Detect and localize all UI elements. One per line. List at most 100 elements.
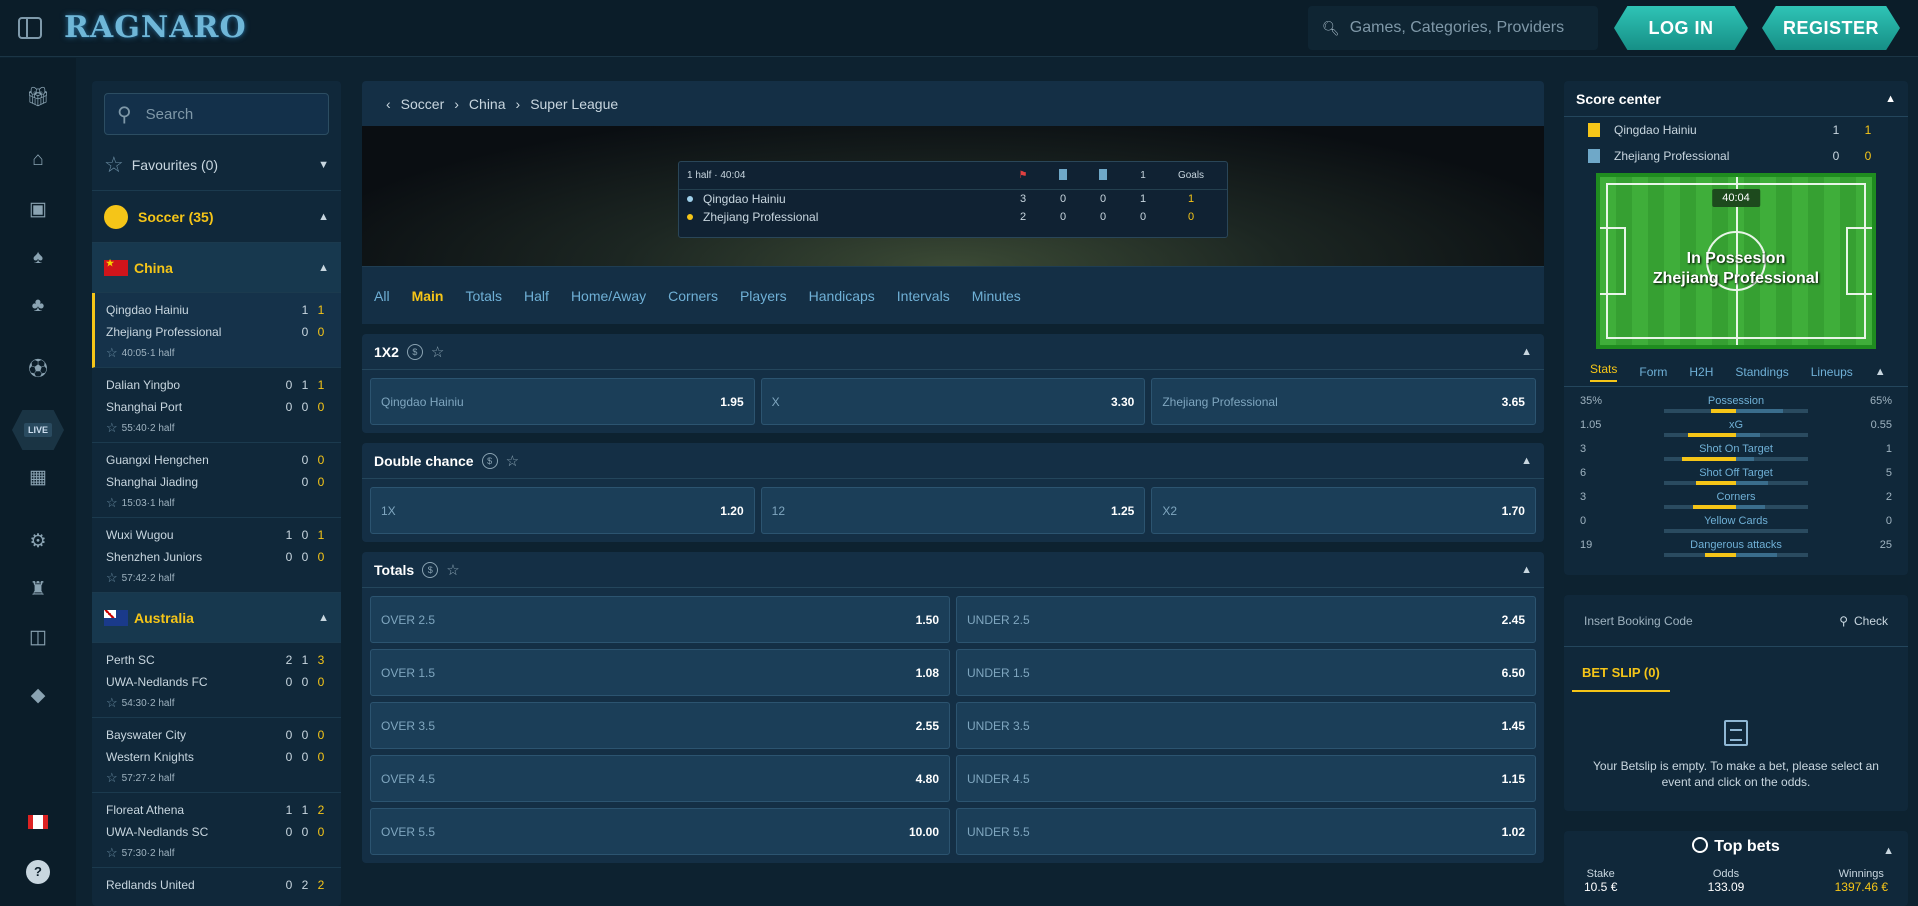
favourite-star-icon[interactable]: ☆ — [106, 345, 118, 361]
logo[interactable]: RAGNARO — [64, 10, 247, 45]
tab-stats[interactable]: Stats — [1590, 362, 1618, 382]
match-item[interactable]: Wuxi Wugou 1 0 1 Shenzhen Juniors 0 0 0 ☆ 57:42·2… — [92, 518, 341, 593]
back-chevron-icon[interactable]: ‹ — [386, 96, 391, 112]
odds-button[interactable]: Zhejiang Professional 3.65 — [1151, 378, 1536, 425]
chevron-up-icon[interactable]: ▲ — [1885, 93, 1896, 105]
country-item-australia[interactable]: Australia ▲ — [92, 593, 341, 643]
match-time-label: 57:27·2 half — [121, 772, 175, 784]
favourite-star-icon[interactable]: ☆ — [106, 420, 118, 436]
tab-all[interactable]: All — [374, 288, 390, 304]
cards-icon[interactable]: ♠ — [26, 246, 50, 270]
tab-homeaway[interactable]: Home/Away — [571, 288, 646, 304]
chevron-up-icon: ▲ — [318, 611, 329, 624]
match-item[interactable]: Dalian Yingbo 0 1 1 Shanghai Port 0 0 0 ☆ 55:40·2… — [92, 368, 341, 443]
register-button[interactable]: REGISTER — [1762, 6, 1900, 50]
sports-search-input[interactable]: ⚲ Search — [104, 93, 329, 135]
odds-button[interactable]: 1X 1.20 — [370, 487, 755, 534]
tab-lineups[interactable]: Lineups — [1811, 365, 1853, 379]
bet-slip-tab[interactable]: BET SLIP (0) — [1572, 647, 1670, 692]
odds-button[interactable]: OVER 5.5 10.00 — [370, 808, 950, 855]
odds-button[interactable]: X2 1.70 — [1151, 487, 1536, 534]
odds-button[interactable]: UNDER 3.5 1.45 — [956, 702, 1536, 749]
odds-button[interactable]: X 3.30 — [760, 378, 1146, 425]
match-item[interactable]: Floreat Athena 1 1 2 UWA-Nedlands SC 0 0 0 ☆ 57:3… — [92, 793, 341, 868]
booking-code-input[interactable]: Insert Booking Code ⚲ Check — [1564, 595, 1908, 647]
favourite-star-icon[interactable]: ☆ — [106, 770, 118, 786]
tab-intervals[interactable]: Intervals — [897, 288, 950, 304]
game-search-placeholder: Games, Categories, Providers — [1349, 19, 1565, 36]
team-name: Zhejiang Professional — [1614, 149, 1730, 163]
team-name: Qingdao Hainiu — [1614, 123, 1697, 137]
gift-icon[interactable]: 🎁︎ — [26, 86, 50, 110]
favourite-star-icon[interactable]: ☆ — [431, 343, 444, 361]
tab-standings[interactable]: Standings — [1735, 365, 1788, 379]
score-cell: 1 — [317, 303, 325, 317]
tab-main[interactable]: Main — [412, 288, 444, 304]
odds-button[interactable]: Qingdao Hainiu 1.95 — [370, 378, 755, 425]
breadcrumb-league[interactable]: Super League — [530, 96, 618, 112]
slot-machine-icon[interactable]: ▣ — [26, 198, 50, 222]
clover-icon[interactable]: ♣ — [26, 294, 50, 318]
stake-label: Stake — [1586, 868, 1615, 880]
odds-button[interactable]: OVER 2.5 1.50 — [370, 596, 950, 643]
favourites-row[interactable]: ☆ Favourites (0) ▼ — [92, 139, 341, 191]
breadcrumb-country[interactable]: China — [469, 96, 506, 112]
home-icon[interactable]: ⌂ — [26, 148, 50, 172]
live-button[interactable]: LIVE — [12, 410, 64, 450]
check-label: Check — [1853, 613, 1888, 628]
match-item[interactable]: Qingdao Hainiu 1 1 Zhejiang Professional 0 0 ☆… — [92, 293, 341, 368]
favourite-star-icon[interactable]: ☆ — [106, 845, 118, 861]
login-button[interactable]: LOG IN — [1614, 6, 1748, 50]
match-item[interactable]: Guangxi Hengchen 0 0 Shanghai Jiading 0 0 ☆ 15:… — [92, 443, 341, 518]
score-center-header[interactable]: Score center ▲ — [1564, 81, 1908, 117]
odds-button[interactable]: OVER 1.5 1.08 — [370, 649, 950, 696]
tab-form[interactable]: Form — [1639, 365, 1667, 379]
chevron-up-icon[interactable]: ▲ — [1883, 845, 1894, 857]
virtual-icon[interactable]: ⚙ — [26, 530, 50, 554]
tab-handicaps[interactable]: Handicaps — [809, 288, 875, 304]
check-button[interactable]: ⚲ Check — [1839, 614, 1888, 628]
odds-button[interactable]: OVER 3.5 2.55 — [370, 702, 950, 749]
soccer-icon[interactable]: ⚽︎ — [26, 358, 50, 382]
tab-minutes[interactable]: Minutes — [972, 288, 1021, 304]
game-search-input[interactable]: 🔍︎ Games, Categories, Providers — [1308, 6, 1598, 50]
vip-icon[interactable]: ◆ — [26, 684, 50, 708]
shop-icon[interactable]: ◫ — [26, 626, 50, 650]
chevron-up-icon[interactable]: ▲ — [1521, 455, 1532, 467]
tab-players[interactable]: Players — [740, 288, 787, 304]
winnings-value: 1397.46 € — [1834, 880, 1888, 894]
breadcrumb-sport[interactable]: Soccer — [401, 96, 445, 112]
odds-button[interactable]: UNDER 4.5 1.15 — [956, 755, 1536, 802]
odds-button[interactable]: UNDER 5.5 1.02 — [956, 808, 1536, 855]
favourite-star-icon[interactable]: ☆ — [106, 495, 118, 511]
esports-icon[interactable]: ▦ — [26, 466, 50, 490]
favourite-star-icon[interactable]: ☆ — [446, 561, 459, 579]
tab-h2h[interactable]: H2H — [1689, 365, 1713, 379]
market-header[interactable]: 1X2 $ ☆ ▲ — [362, 334, 1544, 370]
tab-half[interactable]: Half — [524, 288, 549, 304]
match-item[interactable]: Perth SC 2 1 3 UWA-Nedlands FC 0 0 0 ☆ 54:30·2 ha… — [92, 643, 341, 718]
chevron-up-icon[interactable]: ▲ — [1521, 564, 1532, 576]
tournament-icon[interactable]: ♜ — [26, 578, 50, 602]
market-header[interactable]: Double chance $ ☆ ▲ — [362, 443, 1544, 479]
sidebar-toggle-icon[interactable] — [18, 16, 42, 39]
odds-label: UNDER 2.5 — [967, 612, 1030, 627]
sport-item-soccer[interactable]: Soccer (35) ▲ — [92, 191, 341, 243]
language-flag-icon[interactable] — [28, 815, 48, 829]
chevron-up-icon[interactable]: ▲ — [1521, 346, 1532, 358]
country-item-china[interactable]: China ▲ — [92, 243, 341, 293]
odds-button[interactable]: 12 1.25 — [760, 487, 1146, 534]
match-item[interactable]: Redlands United 0 2 2 — [92, 868, 341, 906]
odds-button[interactable]: UNDER 2.5 2.45 — [956, 596, 1536, 643]
tab-corners[interactable]: Corners — [668, 288, 718, 304]
tab-totals[interactable]: Totals — [465, 288, 502, 304]
favourite-star-icon[interactable]: ☆ — [506, 452, 519, 470]
help-icon[interactable]: ? — [26, 860, 50, 884]
chevron-up-icon[interactable]: ▲ — [1875, 366, 1886, 378]
market-header[interactable]: Totals $ ☆ ▲ — [362, 552, 1544, 588]
odds-button[interactable]: UNDER 1.5 6.50 — [956, 649, 1536, 696]
odds-button[interactable]: OVER 4.5 4.80 — [370, 755, 950, 802]
favourite-star-icon[interactable]: ☆ — [106, 695, 118, 711]
favourite-star-icon[interactable]: ☆ — [106, 570, 118, 586]
match-item[interactable]: Bayswater City 0 0 0 Western Knights 0 0 0 ☆ 57:2… — [92, 718, 341, 793]
